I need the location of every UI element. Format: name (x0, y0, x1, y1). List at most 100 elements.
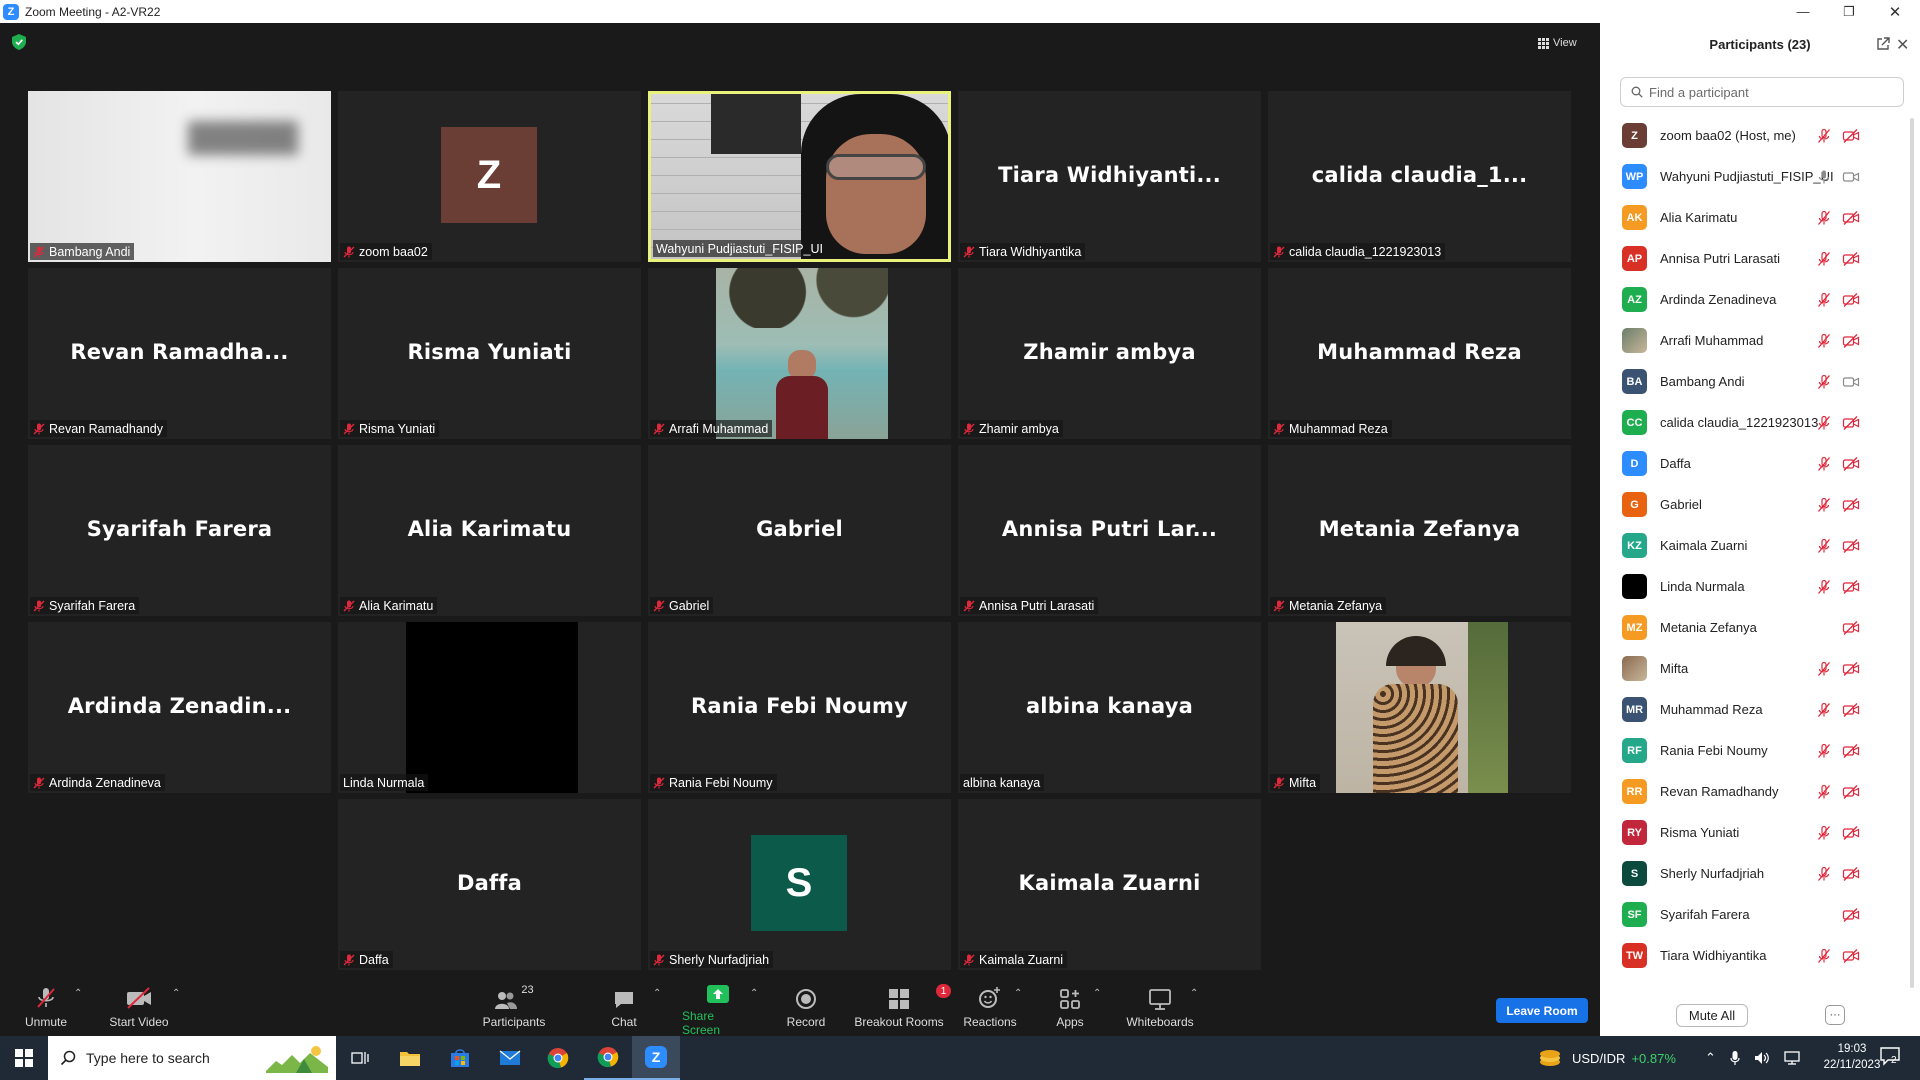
mute-all-button[interactable]: Mute All (1676, 1004, 1748, 1027)
video-on-icon[interactable] (1842, 374, 1860, 390)
video-tile[interactable]: Zzoom baa02 (338, 91, 641, 262)
notification-center-button[interactable]: 2 (1880, 1046, 1904, 1070)
video-on-icon[interactable] (1842, 169, 1860, 185)
mic-muted-icon[interactable] (1816, 784, 1832, 800)
microphone-icon[interactable] (1730, 1050, 1740, 1066)
video-tile[interactable]: Alia Karimatu Alia Karimatu (338, 445, 641, 616)
whiteboards-options-caret-icon[interactable]: ⌃ (1190, 988, 1198, 999)
video-tile[interactable]: Annisa Putri Lar... Annisa Putri Larasati (958, 445, 1261, 616)
participant-row[interactable]: Mifta (1600, 648, 1920, 689)
participant-row[interactable]: G Gabriel (1600, 484, 1920, 525)
restore-button[interactable]: ❐ (1826, 0, 1872, 23)
more-options-button[interactable]: ··· (1825, 1005, 1845, 1025)
video-tile[interactable]: Syarifah Farera Syarifah Farera (28, 445, 331, 616)
mic-muted-icon[interactable] (1816, 374, 1832, 390)
participant-row[interactable]: Zzoom baa02 (Host, me) (1600, 115, 1920, 156)
video-off-icon[interactable] (1842, 497, 1860, 513)
video-tile[interactable]: Daffa Daffa (338, 799, 641, 970)
show-hidden-icons-chevron-icon[interactable]: ⌃ (1705, 1050, 1716, 1066)
video-off-icon[interactable] (1842, 661, 1860, 677)
video-tile[interactable]: calida claudia_1... calida claudia_122192… (1268, 91, 1571, 262)
mic-on-icon[interactable] (1816, 169, 1832, 185)
video-off-icon[interactable] (1842, 784, 1860, 800)
participant-row[interactable]: S Sherly Nurfadjriah (1600, 853, 1920, 894)
video-off-icon[interactable] (1842, 825, 1860, 841)
whiteboards-button[interactable]: Whiteboards (1124, 984, 1196, 1034)
video-tile[interactable]: S Sherly Nurfadjriah (648, 799, 951, 970)
chat-options-caret-icon[interactable]: ⌃ (653, 988, 661, 999)
view-button[interactable]: View (1538, 32, 1590, 54)
chrome-profile-button[interactable] (584, 1036, 632, 1080)
taskbar-search[interactable] (48, 1036, 336, 1080)
reactions-options-caret-icon[interactable]: ⌃ (1014, 988, 1022, 999)
participant-row[interactable]: RF Rania Febi Noumy (1600, 730, 1920, 771)
video-off-icon[interactable] (1842, 456, 1860, 472)
mic-muted-icon[interactable] (1816, 456, 1832, 472)
participant-row[interactable]: TW Tiara Widhiyantika (1600, 935, 1920, 976)
security-shield-icon[interactable] (12, 34, 26, 50)
clock[interactable]: 19:03 22/11/2023 (1814, 1041, 1890, 1073)
start-video-button[interactable]: Start Video (105, 984, 173, 1034)
participant-row[interactable]: KZ Kaimala Zuarni (1600, 525, 1920, 566)
share-screen-button[interactable]: Share Screen (682, 984, 754, 1037)
leave-room-button[interactable]: Leave Room (1496, 998, 1588, 1023)
participant-row[interactable]: MR Muhammad Reza (1600, 689, 1920, 730)
mic-muted-icon[interactable] (1816, 333, 1832, 349)
store-button[interactable] (436, 1036, 484, 1080)
participant-list-scrollbar[interactable] (1910, 118, 1914, 988)
network-icon[interactable] (1784, 1051, 1800, 1065)
mic-muted-icon[interactable] (1816, 743, 1832, 759)
video-off-icon[interactable] (1842, 579, 1860, 595)
participant-row[interactable]: AP Annisa Putri Larasati (1600, 238, 1920, 279)
mic-muted-icon[interactable] (1816, 415, 1832, 431)
participant-row[interactable]: AK Alia Karimatu (1600, 197, 1920, 238)
reactions-button[interactable]: Reactions (962, 984, 1018, 1034)
participant-row[interactable]: Linda Nurmala (1600, 566, 1920, 607)
mic-muted-icon[interactable] (1816, 825, 1832, 841)
video-tile[interactable]: Revan Ramadha... Revan Ramadhandy (28, 268, 331, 439)
video-off-icon[interactable] (1842, 620, 1860, 636)
participant-row[interactable]: BA Bambang Andi (1600, 361, 1920, 402)
apps-button[interactable]: Apps (1054, 984, 1086, 1034)
video-off-icon[interactable] (1842, 128, 1860, 144)
popout-icon[interactable] (1876, 37, 1890, 51)
video-options-caret-icon[interactable]: ⌃ (172, 988, 180, 999)
zoom-taskbar-button[interactable]: Z (632, 1036, 680, 1080)
mic-muted-icon[interactable] (1816, 866, 1832, 882)
mic-muted-icon[interactable] (1816, 702, 1832, 718)
mic-muted-icon[interactable] (1816, 579, 1832, 595)
participant-row[interactable]: MZ Metania Zefanya (1600, 607, 1920, 648)
chrome-button[interactable] (534, 1036, 582, 1080)
close-window-button[interactable]: ✕ (1872, 0, 1918, 23)
video-off-icon[interactable] (1842, 333, 1860, 349)
video-tile[interactable]: Mifta (1268, 622, 1571, 793)
video-tile[interactable]: Metania Zefanya Metania Zefanya (1268, 445, 1571, 616)
video-tile[interactable]: Tiara Widhiyanti... Tiara Widhiyantika (958, 91, 1261, 262)
video-tile[interactable]: Wahyuni Pudjiastuti_FISIP_UI (648, 91, 951, 262)
currency-widget[interactable]: USD/IDR +0.87% (1538, 1036, 1676, 1080)
audio-options-caret-icon[interactable]: ⌃ (74, 988, 82, 999)
taskbar-search-input[interactable] (86, 1050, 256, 1066)
unmute-button[interactable]: Unmute (20, 984, 72, 1034)
share-options-caret-icon[interactable]: ⌃ (750, 988, 758, 999)
video-off-icon[interactable] (1842, 538, 1860, 554)
video-off-icon[interactable] (1842, 251, 1860, 267)
participant-row[interactable]: RY Risma Yuniati (1600, 812, 1920, 853)
mic-muted-icon[interactable] (1816, 292, 1832, 308)
participant-search-input[interactable] (1649, 84, 1889, 100)
breakout-rooms-button[interactable]: 1 Breakout Rooms (854, 984, 951, 1034)
video-off-icon[interactable] (1842, 292, 1860, 308)
video-off-icon[interactable] (1842, 415, 1860, 431)
video-tile[interactable]: albina kanaya albina kanaya (958, 622, 1261, 793)
video-tile[interactable]: Gabriel Gabriel (648, 445, 951, 616)
video-tile[interactable]: Bambang Andi (28, 91, 331, 262)
participant-row[interactable]: Arrafi Muhammad (1600, 320, 1920, 361)
close-panel-icon[interactable]: ✕ (1896, 35, 1909, 55)
mic-muted-icon[interactable] (1816, 948, 1832, 964)
participant-row[interactable]: D Daffa (1600, 443, 1920, 484)
mic-muted-icon[interactable] (1816, 497, 1832, 513)
video-off-icon[interactable] (1842, 210, 1860, 226)
file-explorer-button[interactable] (386, 1036, 434, 1080)
mic-muted-icon[interactable] (1816, 661, 1832, 677)
mic-muted-icon[interactable] (1816, 128, 1832, 144)
